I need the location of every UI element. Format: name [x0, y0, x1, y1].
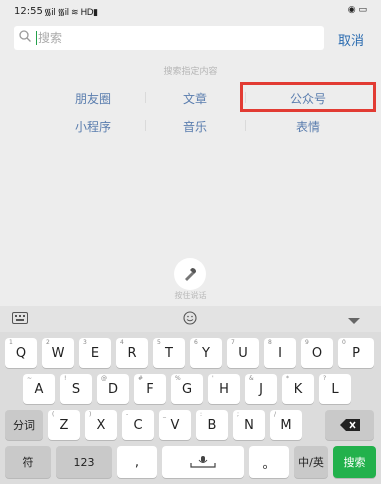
divider: [245, 120, 246, 131]
category-articles[interactable]: 文章: [145, 90, 245, 107]
language-toggle-key[interactable]: 中/英: [294, 446, 328, 478]
voice-input-label: 按住说话: [174, 291, 207, 300]
category-mini-programs[interactable]: 小程序: [43, 118, 143, 135]
number-key[interactable]: 123: [56, 446, 112, 478]
key-c[interactable]: -C: [122, 410, 154, 440]
hide-keyboard-icon[interactable]: [347, 317, 361, 325]
keyboard-switch-icon[interactable]: [12, 312, 28, 324]
highlight-box: [240, 82, 376, 112]
key-x[interactable]: ) X: [85, 410, 117, 440]
key-l[interactable]: ? L: [319, 374, 351, 404]
voice-input-button[interactable]: [174, 258, 206, 290]
key-b[interactable]: :B: [196, 410, 228, 440]
category-music[interactable]: 音乐: [145, 118, 245, 135]
key-p[interactable]: 0P: [338, 338, 374, 368]
keyboard: 1Q 2W 3E 4R 5T 6Y 7U 8I 9O 0P ~ A ! S @ D #…: [0, 306, 381, 484]
key-d[interactable]: @ D: [97, 374, 129, 404]
category-moments[interactable]: 朋友圈: [43, 90, 143, 107]
symbol-key[interactable]: 符: [5, 446, 51, 478]
backspace-key[interactable]: [325, 410, 374, 440]
microphone-icon: [185, 268, 196, 281]
comma-key[interactable]: ,: [117, 446, 157, 478]
key-n[interactable]: ; N: [233, 410, 265, 440]
search-key[interactable]: 搜索: [333, 446, 376, 478]
status-time: 12:55: [14, 6, 43, 17]
search-scope-hint: 搜索指定内容: [163, 67, 218, 77]
emoji-icon[interactable]: [183, 311, 197, 325]
cancel-button[interactable]: 取消: [338, 30, 364, 49]
search-input[interactable]: [38, 28, 308, 48]
key-i[interactable]: 8I: [264, 338, 296, 368]
segment-key[interactable]: 分词: [5, 410, 43, 440]
period-key[interactable]: 。: [249, 446, 289, 478]
key-a[interactable]: ~ A: [23, 374, 55, 404]
key-w[interactable]: 2W: [42, 338, 74, 368]
category-stickers[interactable]: 表情: [258, 118, 358, 135]
backspace-icon: [339, 419, 360, 431]
text-cursor: [36, 31, 37, 45]
search-icon: [19, 30, 31, 42]
key-r[interactable]: 4R: [116, 338, 148, 368]
key-t[interactable]: 5T: [153, 338, 185, 368]
key-s[interactable]: ! S: [60, 374, 92, 404]
key-f[interactable]: # F: [134, 374, 166, 404]
key-j[interactable]: & J: [245, 374, 277, 404]
space-mic-icon: [190, 456, 216, 468]
signal-wifi-icons: ᯾il ᯾il ≋ HD▮: [44, 8, 98, 18]
key-h[interactable]: ' H: [208, 374, 240, 404]
key-y[interactable]: 6Y: [190, 338, 222, 368]
keyboard-toolbar: [0, 306, 381, 332]
key-k[interactable]: * K: [282, 374, 314, 404]
status-bar: 12:55 ᯾il ᯾il ≋ HD▮ ◉ ▭: [0, 0, 381, 24]
key-v[interactable]: _ V: [159, 410, 191, 440]
search-bar[interactable]: [14, 26, 324, 50]
key-z[interactable]: (Z: [48, 410, 80, 440]
key-g[interactable]: % G: [171, 374, 203, 404]
space-key[interactable]: [162, 446, 244, 478]
key-m[interactable]: / M: [270, 410, 302, 440]
key-e[interactable]: 3E: [79, 338, 111, 368]
key-q[interactable]: 1Q: [5, 338, 37, 368]
battery-icon: ◉ ▭: [347, 5, 367, 15]
key-o[interactable]: 9O: [301, 338, 333, 368]
key-u[interactable]: 7U: [227, 338, 259, 368]
